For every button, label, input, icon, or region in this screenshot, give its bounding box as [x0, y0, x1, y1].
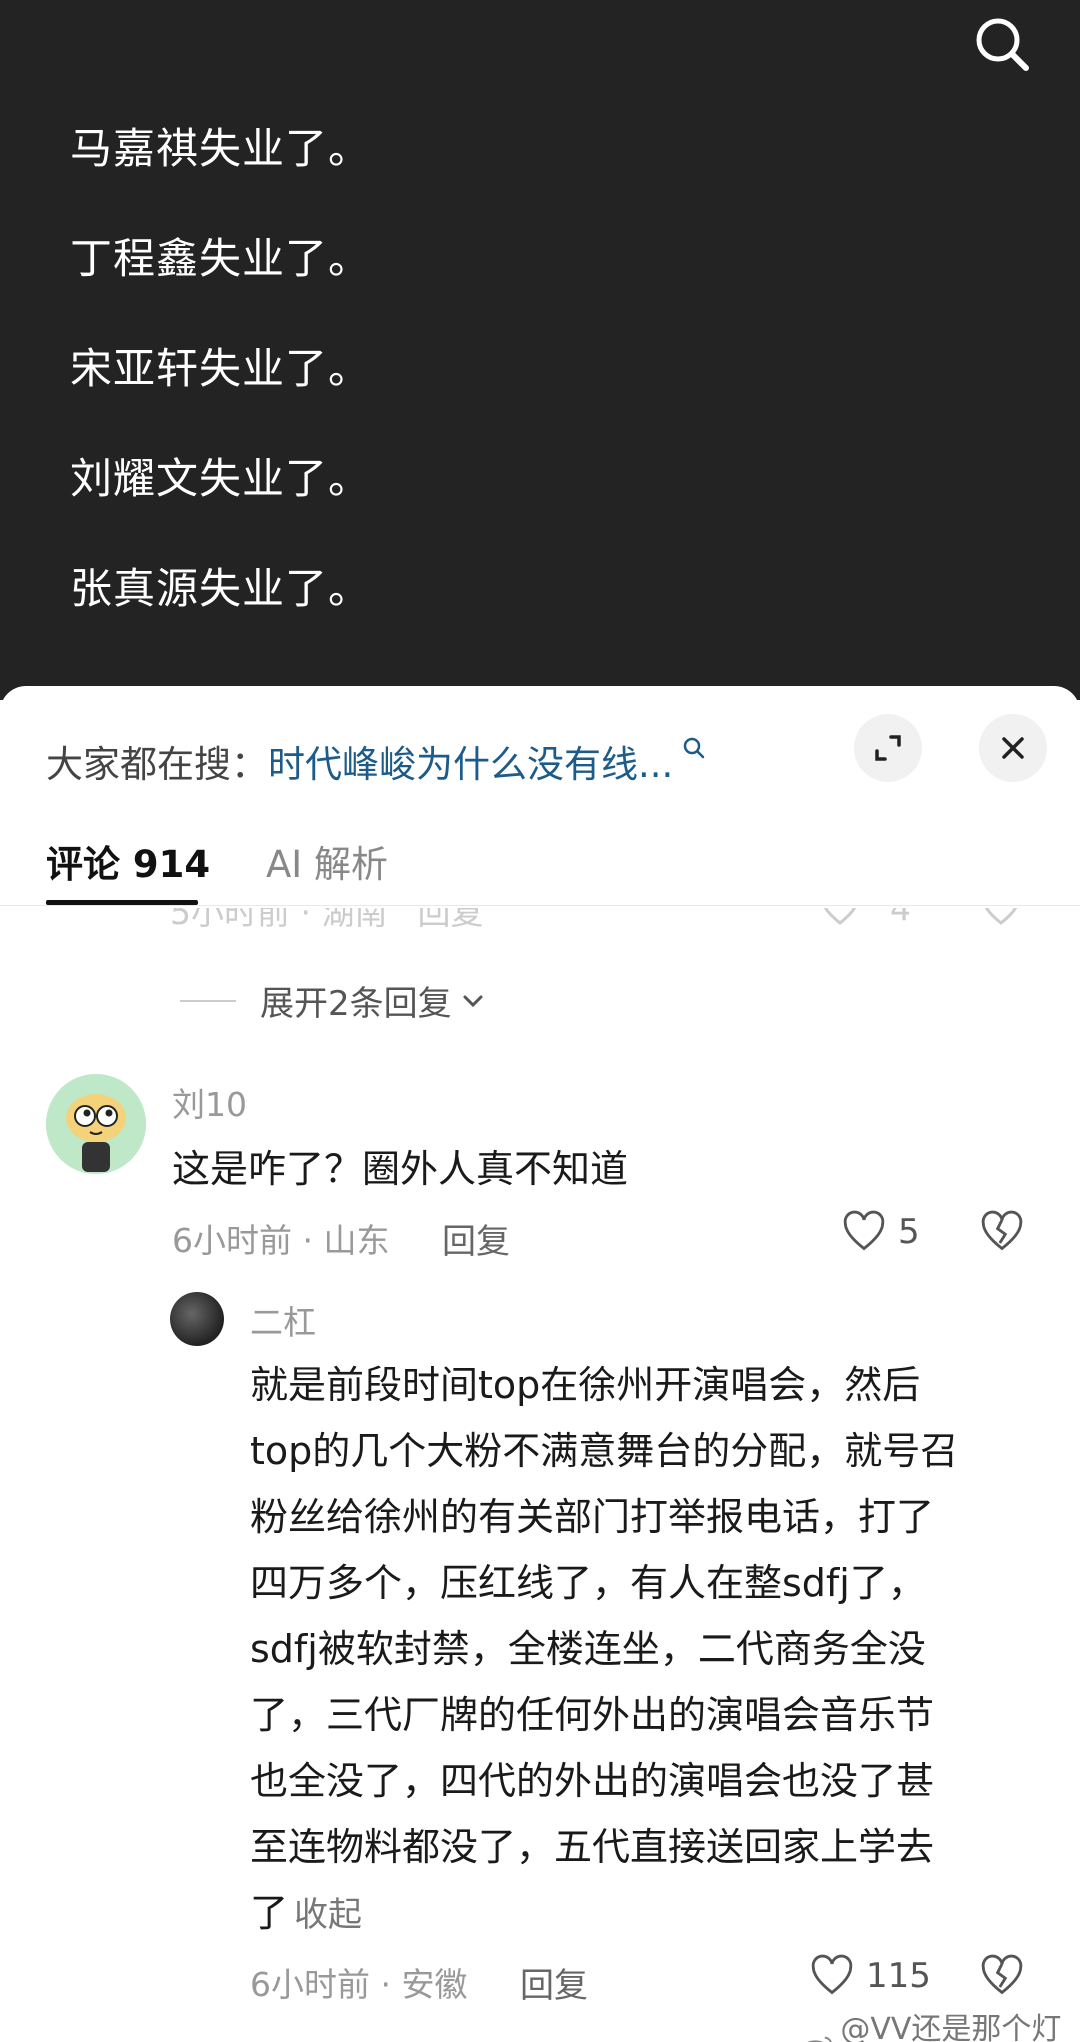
reply-text-line: 至连物料都没了，五代直接送回家上学去	[250, 1825, 935, 1869]
expand-icon	[875, 735, 901, 761]
reply-text-line: top的几个大粉不满意舞台的分配，就号召	[250, 1429, 959, 1473]
hot-search-link[interactable]: 时代峰峻为什么没有线...	[268, 734, 673, 788]
comment-text: 这是咋了？圈外人真不知道	[172, 1147, 629, 1191]
reply-text-end: 了	[250, 1891, 289, 1935]
collapse-button[interactable]: 收起	[294, 1895, 362, 1935]
comment-meta: 5小时前 · 湖南	[170, 908, 388, 932]
chevron-down-icon	[463, 995, 483, 1007]
heart-icon[interactable]	[820, 908, 860, 928]
watermark: @VV还是那个灯罩	[800, 2004, 1080, 2042]
caption-line: 刘耀文失业了。	[70, 454, 372, 503]
heart-icon	[843, 1210, 885, 1251]
tab-bar: 评论 914 AI 解析	[0, 806, 1080, 906]
video-caption: 马嘉祺失业了。 丁程鑫失业了。 宋亚轩失业了。 刘耀文失业了。 张真源失业了。	[70, 128, 371, 678]
search-icon	[684, 737, 705, 759]
like-count: 4	[890, 908, 911, 928]
watermark-text: @VV还是那个灯罩	[840, 2012, 1062, 2042]
like-button[interactable]: 115	[810, 1954, 931, 1998]
caption-line: 张真源失业了。	[70, 564, 372, 613]
close-icon	[1002, 737, 1024, 759]
like-count: 115	[866, 1956, 931, 1996]
caption-line: 丁程鑫失业了。	[70, 234, 372, 283]
reply-text: 就是前段时间top在徐州开演唱会，然后 top的几个大粉不满意舞台的分配，就号召…	[250, 1352, 1010, 1948]
weibo-logo-icon	[807, 2036, 832, 2042]
cartoon-avatar-icon	[46, 1074, 146, 1174]
broken-heart-icon	[981, 1210, 1023, 1251]
reply-meta: 6小时前 · 安徽	[250, 1965, 468, 2004]
tab-active-indicator	[46, 900, 198, 905]
expand-button[interactable]	[854, 714, 922, 782]
broken-heart-icon	[981, 1954, 1023, 1995]
tab-ai-analysis[interactable]: AI 解析	[266, 834, 388, 888]
search-button[interactable]	[968, 10, 1038, 80]
expand-replies-button[interactable]: 展开2条回复	[180, 976, 488, 1025]
expand-replies-label: 展开2条回复	[260, 984, 452, 1024]
avatar[interactable]	[46, 1074, 146, 1174]
reply-button[interactable]: 回复	[520, 1958, 588, 2007]
comment-meta: 6小时前 · 山东	[172, 1221, 390, 1260]
reply-text-line: 也全没了，四代的外出的演唱会也没了甚	[250, 1759, 935, 1803]
reply-text-line: 粉丝给徐州的有关部门打举报电话，打了	[250, 1495, 935, 1539]
comment-sheet: 大家都在搜： 时代峰峻为什么没有线... 评论 914 AI 解析 5小时前 ·…	[0, 686, 1080, 2042]
avatar[interactable]	[170, 1292, 224, 1346]
reply-text-line: sdfj被软封禁，全楼连坐，二代商务全没	[250, 1627, 926, 1671]
hot-search-bar[interactable]: 大家都在搜： 时代峰峻为什么没有线...	[46, 726, 707, 796]
broken-heart-icon[interactable]	[981, 908, 1021, 928]
reply-text-line: 就是前段时间top在徐州开演唱会，然后	[250, 1363, 921, 1407]
close-button[interactable]	[979, 714, 1047, 782]
heart-icon	[811, 1954, 853, 1995]
previous-comment-meta: 5小时前 · 湖南 回复 4	[170, 908, 1070, 938]
reply-button[interactable]: 回复	[417, 908, 483, 934]
reply-text-line-last: 了收起	[250, 1880, 1010, 1948]
caption-line: 宋亚轩失业了。	[70, 344, 372, 393]
comment-username[interactable]: 刘10	[172, 1078, 247, 1126]
video-area[interactable]: 马嘉祺失业了。 丁程鑫失业了。 宋亚轩失业了。 刘耀文失业了。 张真源失业了。	[0, 0, 1080, 700]
reply-text-line: 了，三代厂牌的任何外出的演唱会音乐节	[250, 1693, 935, 1737]
divider	[180, 999, 236, 1002]
hot-search-label: 大家都在搜：	[46, 743, 268, 786]
reply-text-line: 四万多个，压红线了，有人在整sdfj了，	[250, 1561, 926, 1605]
search-icon	[976, 18, 1029, 71]
like-button[interactable]: 5	[842, 1210, 920, 1254]
dislike-button[interactable]	[980, 1210, 1024, 1258]
like-count: 5	[898, 1212, 920, 1252]
reply-button[interactable]: 回复	[442, 1214, 510, 1263]
reply-username[interactable]: 二杠	[250, 1296, 316, 1344]
dislike-button[interactable]	[980, 1954, 1024, 2002]
tab-comments[interactable]: 评论 914	[46, 834, 210, 888]
caption-line: 马嘉祺失业了。	[70, 124, 372, 173]
